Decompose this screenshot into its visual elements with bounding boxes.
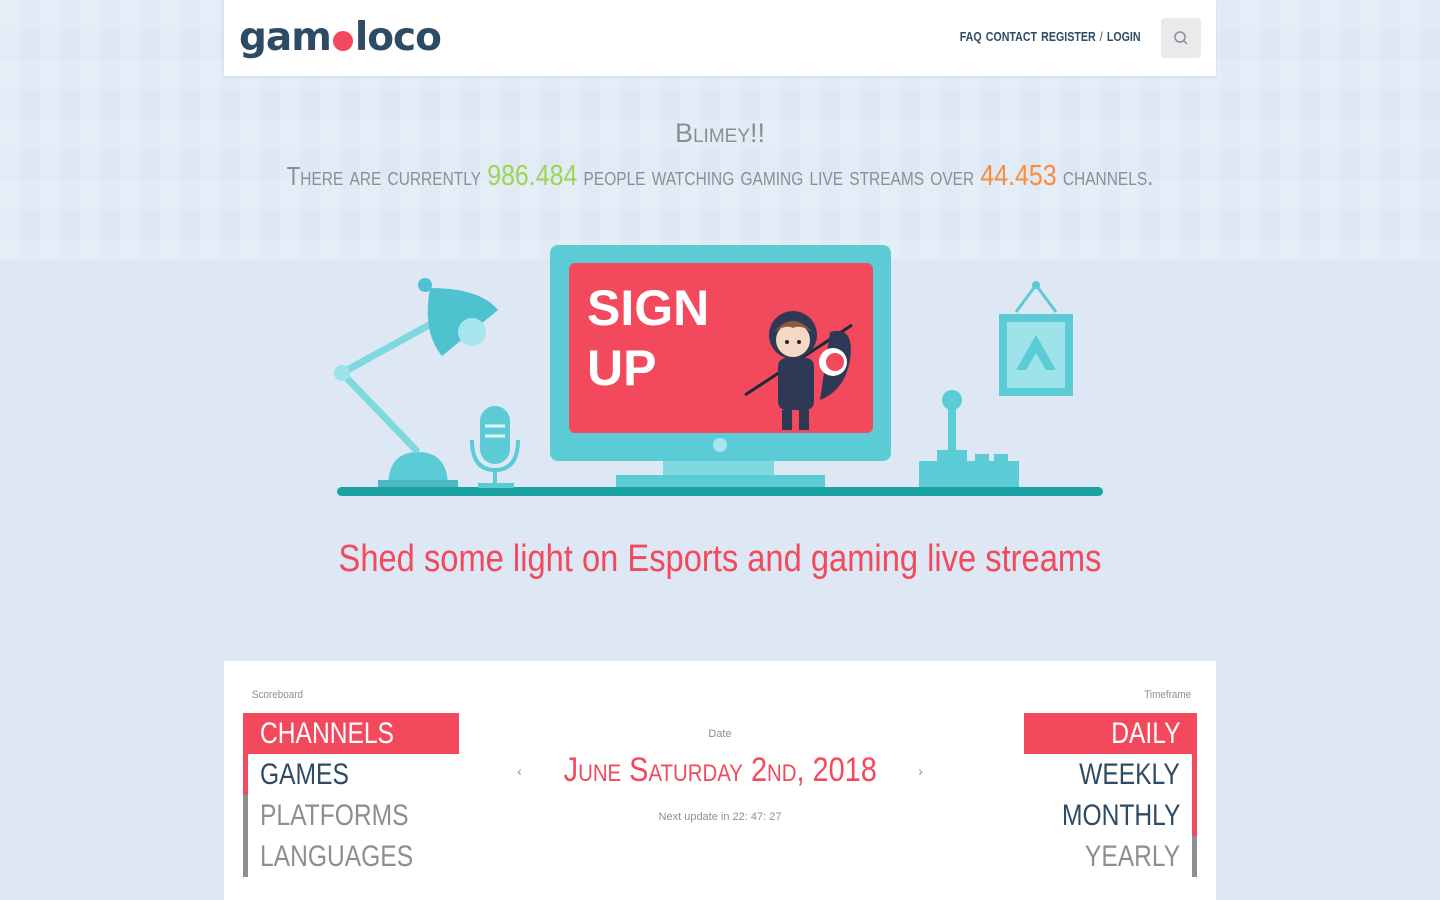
- viewer-count: 986.484: [487, 160, 578, 192]
- timeframe-item-label: DAILY: [1110, 717, 1180, 750]
- site-header: gam loco FAQ CONTACT REGISTER / LOGIN: [224, 0, 1216, 76]
- nav-separator: /: [1100, 29, 1104, 44]
- hero-stats-line: There are currently 986.484 people watch…: [101, 160, 1339, 193]
- search-icon: [1174, 31, 1188, 45]
- screen-text-sign: SIGN: [587, 280, 709, 336]
- timeframe-item-monthly[interactable]: MONTHLY: [1024, 795, 1197, 836]
- timeframe-item-yearly[interactable]: YEARLY: [1024, 836, 1197, 877]
- next-date-button[interactable]: ›: [918, 763, 923, 779]
- channel-count: 44.453: [980, 160, 1057, 192]
- timeframe-item-label: YEARLY: [1084, 840, 1180, 873]
- nav-register[interactable]: REGISTER: [1042, 29, 1097, 44]
- screen-text-up: UP: [587, 340, 656, 396]
- tagline: Shed some light on Esports and gaming li…: [338, 538, 1102, 580]
- timeframe-item-label: WEEKLY: [1079, 758, 1180, 791]
- desk-illustration: SIGN UP: [334, 245, 1103, 496]
- scoreboard-item-label: LANGUAGES: [260, 840, 414, 873]
- logo-text-right: loco: [354, 15, 442, 60]
- search-button[interactable]: [1161, 18, 1201, 58]
- timeframe-item-weekly[interactable]: WEEKLY: [1024, 754, 1197, 795]
- prev-date-button[interactable]: ‹: [517, 763, 522, 779]
- timeframe-menu: DAILY WEEKLY MONTHLY YEARLY: [1023, 713, 1197, 877]
- timeframe-label: Timeframe: [1144, 689, 1191, 701]
- hero-text-middle: people watching gaming live streams over: [577, 161, 981, 191]
- nav-faq[interactable]: FAQ: [960, 29, 982, 44]
- joystick-icon: [919, 390, 1019, 487]
- hero-title: Blimey!!: [674, 118, 766, 148]
- picture-frame-icon: [999, 281, 1073, 396]
- microphone-icon: [470, 406, 520, 488]
- nav-login[interactable]: LOGIN: [1107, 29, 1141, 44]
- logo-text-left: gam: [239, 15, 332, 60]
- nav-contact[interactable]: CONTACT: [986, 29, 1037, 44]
- scoreboard-item-languages[interactable]: LANGUAGES: [243, 836, 459, 877]
- current-date: June Saturday 2nd, 2018: [563, 751, 877, 789]
- hero-text-after: channels.: [1056, 161, 1154, 191]
- timeframe-item-label: MONTHLY: [1061, 799, 1180, 832]
- hero-text-before: There are currently: [286, 161, 488, 191]
- monitor-icon: SIGN UP: [550, 245, 891, 487]
- timeframe-item-daily[interactable]: DAILY: [1023, 713, 1197, 754]
- scoreboard-panel: Scoreboard Timeframe CHANNELS GAMES PLAT…: [224, 661, 1216, 900]
- scoreboard-label: Scoreboard: [251, 689, 304, 701]
- desk-icon: [337, 487, 1103, 496]
- main-nav: FAQ CONTACT REGISTER / LOGIN: [960, 29, 1141, 44]
- logo-dot-icon: [332, 31, 353, 51]
- logo[interactable]: gam loco: [239, 14, 442, 62]
